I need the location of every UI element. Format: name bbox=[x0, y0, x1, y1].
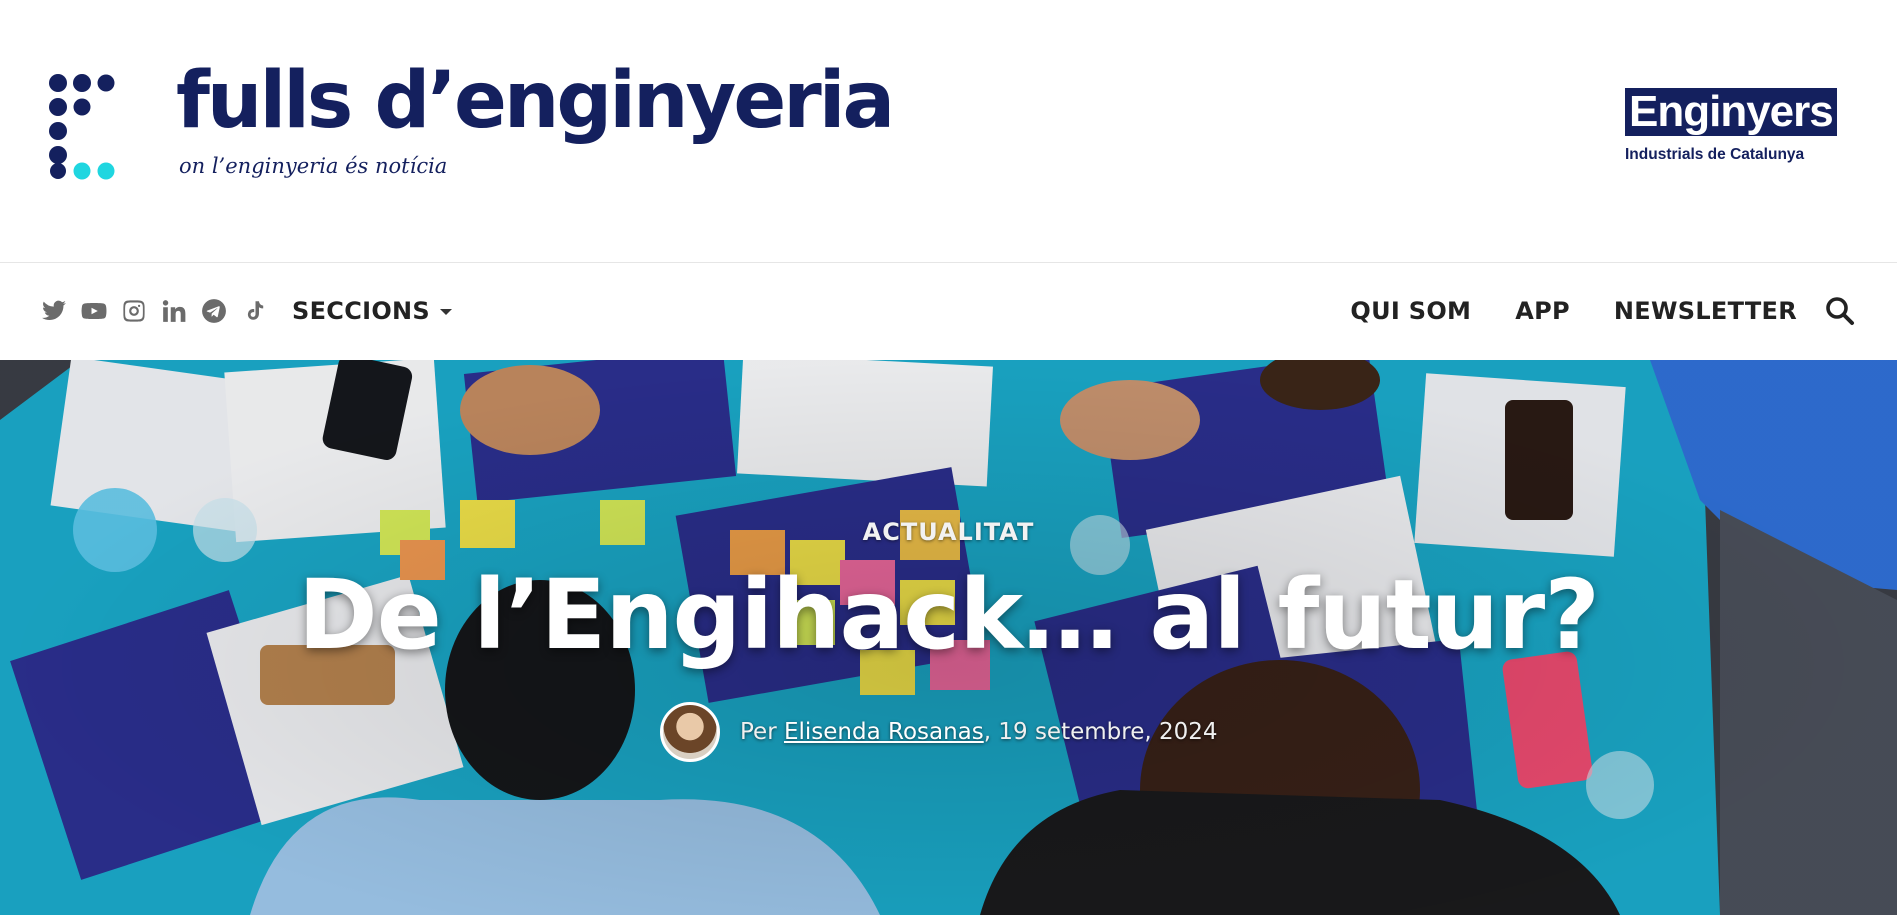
article-byline: Per Elisenda Rosanas, 19 setembre, 2024 bbox=[660, 700, 1218, 764]
main-navigation: SECCIONS QUI SOM APP NEWSLETTER bbox=[0, 262, 1897, 360]
nav-link-newsletter[interactable]: NEWSLETTER bbox=[1614, 297, 1797, 325]
nav-link-about[interactable]: QUI SOM bbox=[1350, 297, 1471, 325]
social-links bbox=[40, 293, 268, 329]
author-avatar[interactable] bbox=[660, 702, 720, 762]
instagram-icon[interactable] bbox=[120, 297, 148, 325]
brand-tagline: on l’enginyeria és notícia bbox=[179, 154, 448, 178]
caret-down-icon bbox=[440, 309, 453, 315]
sections-menu-label: SECCIONS bbox=[292, 297, 431, 325]
hero-banner[interactable]: ACTUALITAT De l’Engihack… al futur? Per … bbox=[0, 360, 1897, 915]
byline-prefix: Per bbox=[740, 719, 784, 745]
linkedin-icon[interactable] bbox=[160, 297, 188, 325]
partner-logo[interactable]: Enginyers Industrials de Catalunya bbox=[1625, 88, 1845, 168]
partner-subtitle: Industrials de Catalunya bbox=[1625, 146, 1805, 163]
nav-links: QUI SOM APP NEWSLETTER bbox=[1350, 297, 1797, 325]
telegram-icon[interactable] bbox=[200, 297, 228, 325]
search-icon[interactable] bbox=[1824, 295, 1856, 327]
tiktok-icon[interactable] bbox=[240, 297, 268, 325]
brand-logo-icon[interactable] bbox=[49, 74, 125, 180]
article-date: , 19 setembre, 2024 bbox=[983, 719, 1218, 745]
article-category[interactable]: ACTUALITAT bbox=[0, 518, 1897, 546]
partner-name: Enginyers bbox=[1625, 88, 1837, 136]
brand-name[interactable]: fulls d’enginyeria bbox=[176, 62, 895, 140]
article-title: De l’Engihack… al futur? bbox=[298, 559, 1600, 671]
sections-menu-button[interactable]: SECCIONS bbox=[292, 297, 453, 325]
site-header: fulls d’enginyeria on l’enginyeria és no… bbox=[0, 0, 1897, 262]
author-link[interactable]: Elisenda Rosanas bbox=[784, 719, 984, 745]
twitter-icon[interactable] bbox=[40, 297, 68, 325]
youtube-icon[interactable] bbox=[80, 297, 108, 325]
nav-link-app[interactable]: APP bbox=[1515, 297, 1570, 325]
